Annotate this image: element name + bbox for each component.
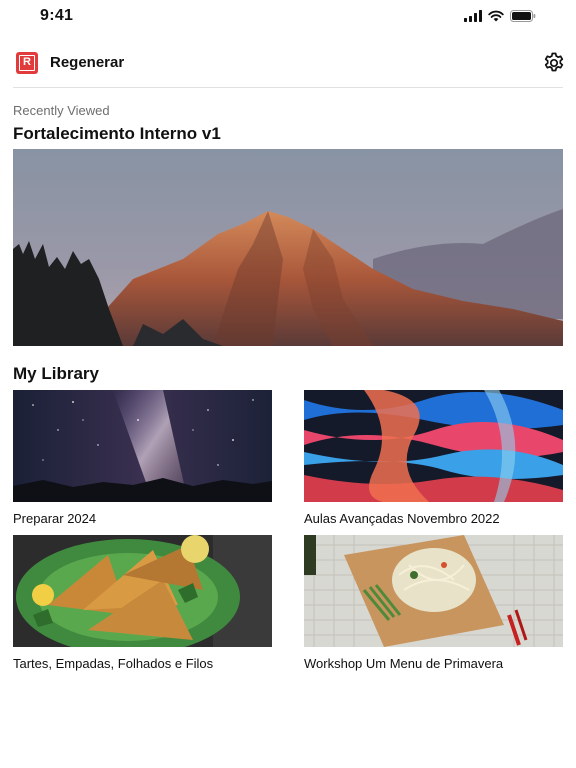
status-icons — [464, 10, 536, 22]
wifi-icon — [488, 10, 504, 22]
status-bar: 9:41 — [0, 0, 576, 34]
header-divider — [13, 87, 563, 88]
library-card-title: Aulas Avançadas Novembro 2022 — [304, 511, 500, 526]
library-card-title: Tartes, Empadas, Folhados e Filos — [13, 656, 214, 671]
gear-icon — [544, 52, 564, 72]
recently-viewed-title[interactable]: Fortalecimento Interno v1 — [13, 124, 221, 144]
mountain-sunset-photo — [13, 149, 563, 346]
app-header: R Regenerar — [0, 40, 576, 88]
cellular-signal-icon — [464, 10, 482, 22]
app-title: Regenerar — [50, 54, 125, 71]
milky-way-night-sky-photo — [13, 390, 272, 502]
recently-viewed-image[interactable] — [13, 149, 563, 346]
noodle-salad-on-board-photo — [304, 535, 563, 647]
battery-icon — [510, 10, 536, 22]
library-card[interactable]: Tartes, Empadas, Folhados e Filos — [13, 535, 272, 671]
settings-button[interactable] — [542, 51, 566, 75]
abstract-fluid-paint-photo — [304, 390, 563, 502]
app-logo-letter: R — [19, 55, 35, 71]
library-heading: My Library — [13, 364, 99, 383]
library-card-title: Preparar 2024 — [13, 511, 97, 526]
library-card[interactable]: Preparar 2024 — [13, 390, 272, 526]
library-card[interactable]: Workshop Um Menu de Primavera — [304, 535, 563, 671]
library-card[interactable]: Aulas Avançadas Novembro 2022 — [304, 390, 563, 526]
library-card-title: Workshop Um Menu de Primavera — [304, 656, 504, 671]
status-time: 9:41 — [40, 7, 74, 24]
recently-viewed-label: Recently Viewed — [13, 103, 110, 118]
app-logo: R — [16, 52, 38, 74]
samosas-on-plate-photo — [13, 535, 272, 647]
